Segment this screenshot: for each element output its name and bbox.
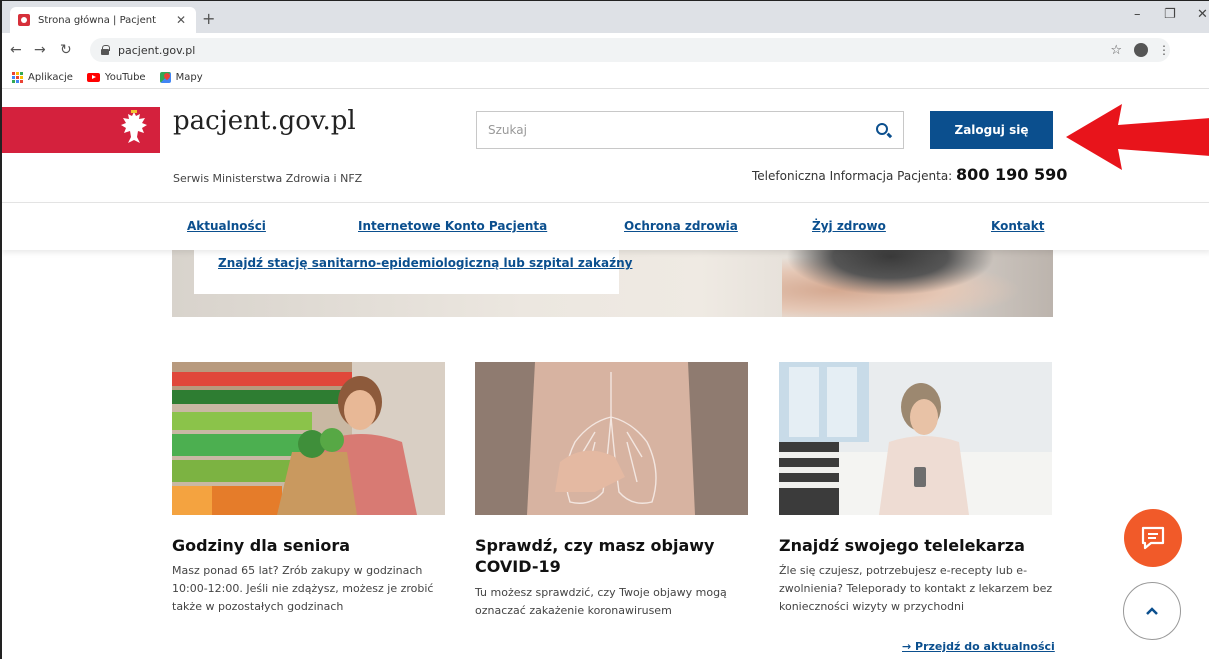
lock-icon[interactable] [100,45,110,55]
card-title[interactable]: Znajdź swojego telelekarza [779,535,1054,556]
nav-item-ochrona-zdrowia[interactable]: Ochrona zdrowia [624,219,738,233]
favicon-icon [18,14,30,26]
url-field[interactable]: pacjent.gov.pl ☆ ⋮ [90,38,1170,62]
tab-title: Strona główna | Pacjent [38,14,156,26]
chat-icon [1141,526,1165,550]
page-content: pacjent.gov.pl Serwis Ministerstwa Zdrow… [2,90,1209,659]
minimize-icon[interactable]: – [1134,7,1141,22]
bookmark-label: Aplikacje [28,72,73,83]
maps-icon [159,72,171,83]
reload-icon[interactable]: ↻ [60,42,72,58]
card-text: Masz ponad 65 lat? Zrób zakupy w godzina… [172,564,434,613]
patient-hotline: Telefoniczna Informacja Pacjenta: 800 19… [752,165,1067,184]
hotline-number[interactable]: 800 190 590 [956,165,1067,184]
back-icon[interactable]: ← [10,42,22,58]
more-news-link[interactable]: → Przejdź do aktualności [902,640,1055,653]
address-bar: ← → ↻ pacjent.gov.pl ☆ ⋮ [2,33,1209,67]
bookmarks-bar: Aplikacje YouTube Mapy [2,67,1209,89]
restore-icon[interactable]: ❐ [1164,7,1176,22]
hero-person-image [782,250,1053,317]
chat-button[interactable] [1124,509,1182,567]
bookmark-youtube[interactable]: YouTube [86,72,146,83]
card-title[interactable]: Sprawdź, czy masz objawy COVID-19 [475,535,750,577]
search-icon[interactable] [867,115,897,145]
bookmark-label: YouTube [104,72,146,83]
card-title[interactable]: Godziny dla seniora [172,535,447,556]
card-text: Tu możesz sprawdzić, czy Twoje objawy mo… [475,586,727,617]
apps-icon [12,72,23,83]
eagle-emblem-icon [121,110,147,143]
nav-item-kontakt[interactable]: Kontakt [991,219,1044,233]
window-close-icon[interactable]: ✕ [1197,7,1208,22]
profile-icon[interactable] [1134,43,1148,57]
card-text: Źle się czujesz, potrzebujesz e-recepty … [779,564,1053,613]
nav-item-ikp[interactable]: Internetowe Konto Pacjenta [358,219,547,233]
star-icon[interactable]: ☆ [1110,43,1122,58]
nav-item-aktualnosci[interactable]: Aktualności [187,219,266,233]
site-title[interactable]: pacjent.gov.pl [173,106,356,136]
browser-window: Strona główna | Pacjent ✕ + – ❐ ✕ ← → ↻ … [0,0,1209,659]
url-text: pacjent.gov.pl [118,43,196,57]
youtube-icon [86,73,100,82]
site-subtitle: Serwis Ministerstwa Zdrowia i NFZ [173,172,363,185]
chevron-up-icon [1146,607,1158,615]
bookmark-label: Mapy [175,72,203,83]
main-nav: Aktualności Internetowe Konto Pacjenta O… [2,202,1209,250]
menu-icon[interactable]: ⋮ [1158,43,1170,57]
new-tab-icon[interactable]: + [202,9,215,28]
search-box [476,111,904,149]
red-arrow-icon [1066,104,1209,170]
login-button[interactable]: Zaloguj się [930,111,1053,149]
hero-link[interactable]: Znajdź stację sanitarno-epidemiologiczną… [218,256,632,270]
bookmark-apps[interactable]: Aplikacje [12,72,73,83]
hotline-label: Telefoniczna Informacja Pacjenta: [752,169,953,183]
browser-tab[interactable]: Strona główna | Pacjent ✕ [10,7,196,33]
card-image-covid[interactable] [475,362,748,515]
tab-bar: Strona główna | Pacjent ✕ + – ❐ ✕ [2,1,1209,33]
nav-item-zyj-zdrowo[interactable]: Żyj zdrowo [812,219,886,233]
card-image-telelekarz[interactable] [779,362,1052,515]
forward-icon[interactable]: → [34,42,46,58]
search-input[interactable] [488,123,867,137]
bookmark-maps[interactable]: Mapy [159,72,203,83]
close-icon[interactable]: ✕ [174,13,188,27]
card-image-senior[interactable] [172,362,445,515]
scroll-top-button[interactable] [1123,582,1181,640]
